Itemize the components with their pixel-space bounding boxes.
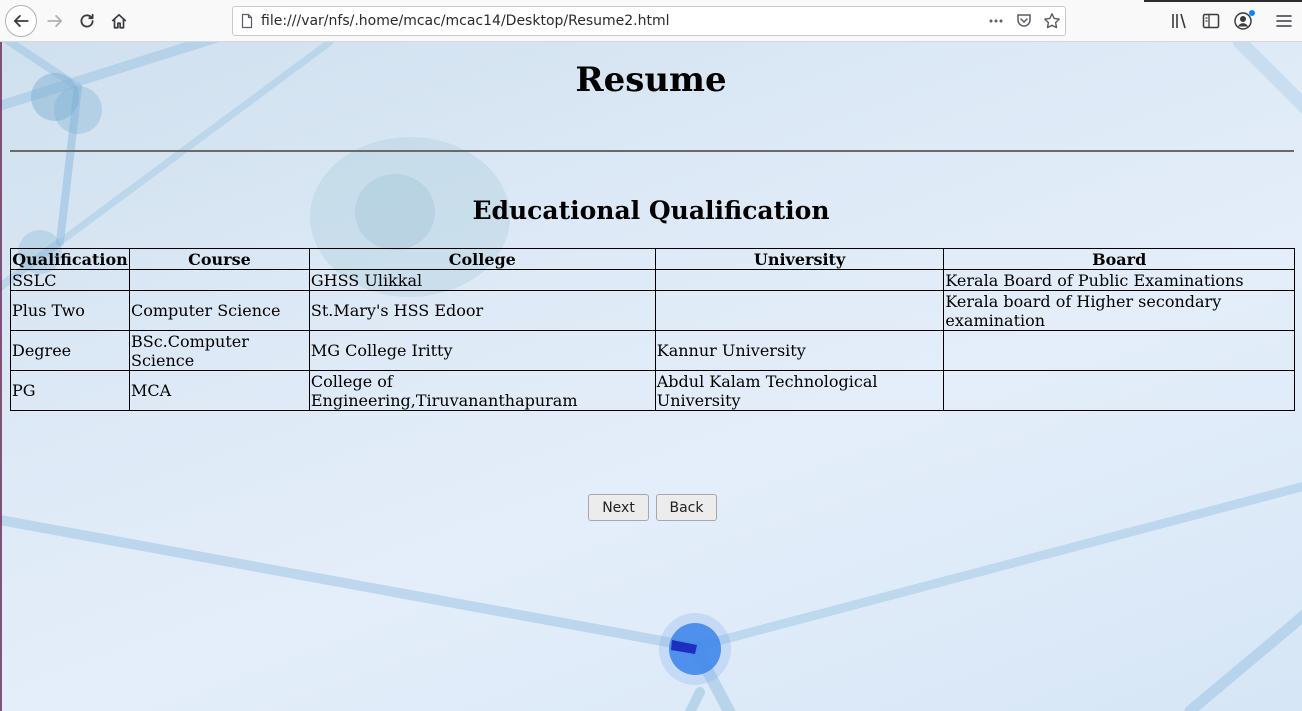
table-row: SSLC GHSS Ulikkal Kerala Board of Public… bbox=[10, 269, 1295, 291]
cell-board: Kerala board of Higher secondary examina… bbox=[943, 290, 1295, 331]
cell-qualification: Plus Two bbox=[10, 290, 130, 331]
cell-university: Kannur University bbox=[654, 330, 945, 371]
table-row: PG MCA College of Engineering,Tiruvanant… bbox=[10, 370, 1295, 411]
cell-university bbox=[654, 290, 945, 331]
reload-icon[interactable] bbox=[71, 5, 103, 37]
back-button[interactable]: Back bbox=[656, 494, 717, 521]
page-viewport: Resume Educational Qualification Qualifi… bbox=[0, 42, 1302, 711]
cell-course bbox=[128, 269, 310, 291]
table-header-row: Qualification Course College University … bbox=[10, 248, 1295, 270]
window-edge bbox=[1144, 0, 1302, 2]
cell-qualification: SSLC bbox=[10, 269, 130, 291]
cell-board: Kerala Board of Public Examinations bbox=[943, 269, 1295, 291]
header-college: College bbox=[308, 248, 656, 270]
cell-board bbox=[943, 370, 1295, 411]
cell-qualification: PG bbox=[10, 370, 130, 411]
sidebar-icon[interactable] bbox=[1201, 11, 1221, 31]
cell-college: GHSS Ulikkal bbox=[308, 269, 656, 291]
header-board: Board bbox=[943, 248, 1295, 270]
next-button[interactable]: Next bbox=[588, 494, 649, 521]
cell-university: Abdul Kalam Technological University bbox=[654, 370, 945, 411]
cell-course: Computer Science bbox=[128, 290, 310, 331]
table-row: Plus Two Computer Science St.Mary's HSS … bbox=[10, 290, 1295, 331]
header-qualification: Qualification bbox=[10, 248, 130, 270]
header-course: Course bbox=[128, 248, 310, 270]
header-university: University bbox=[654, 248, 945, 270]
pocket-icon[interactable] bbox=[1015, 12, 1033, 30]
star-icon[interactable] bbox=[1043, 12, 1061, 30]
library-icon[interactable] bbox=[1170, 11, 1190, 31]
url-bar[interactable]: file:///var/nfs/.home/mcac/mcac14/Deskto… bbox=[232, 6, 1066, 36]
menu-icon[interactable] bbox=[1274, 11, 1294, 31]
cell-course: BSc.Computer Science bbox=[128, 330, 310, 371]
back-icon[interactable] bbox=[5, 5, 37, 37]
cell-university bbox=[654, 269, 945, 291]
window-left-edge bbox=[0, 42, 2, 711]
home-icon[interactable] bbox=[103, 5, 135, 37]
browser-toolbar: file:///var/nfs/.home/mcac/mcac14/Deskto… bbox=[0, 0, 1302, 42]
table-row: Degree BSc.Computer Science MG College I… bbox=[10, 330, 1295, 371]
more-icon[interactable] bbox=[987, 12, 1005, 30]
cell-board bbox=[943, 330, 1295, 371]
page-title: Resume bbox=[575, 60, 727, 100]
education-table: Qualification Course College University … bbox=[10, 248, 1295, 411]
forward-icon[interactable] bbox=[39, 5, 71, 37]
url-text[interactable]: file:///var/nfs/.home/mcac/mcac14/Deskto… bbox=[261, 13, 670, 29]
horizontal-rule bbox=[10, 150, 1294, 152]
cell-course: MCA bbox=[128, 370, 310, 411]
page-icon bbox=[239, 13, 255, 29]
cell-college: College of Engineering,Tiruvananthapuram bbox=[308, 370, 656, 411]
cell-college: MG College Iritty bbox=[308, 330, 656, 371]
cell-college: St.Mary's HSS Edoor bbox=[308, 290, 656, 331]
section-title: Educational Qualification bbox=[472, 196, 830, 225]
cell-qualification: Degree bbox=[10, 330, 130, 371]
notification-dot bbox=[1249, 10, 1255, 16]
